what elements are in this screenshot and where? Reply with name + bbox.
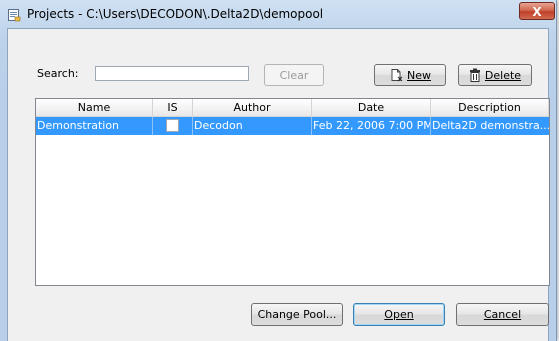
window-title: Projects - C:\Users\DECODON\.Delta2D\dem… — [27, 7, 324, 21]
new-button[interactable]: New — [374, 64, 446, 86]
change-pool-button-label: Change Pool... — [257, 308, 337, 321]
projects-table[interactable]: Name IS Author Date Description Demonstr… — [35, 98, 550, 286]
search-label: Search: — [37, 67, 79, 80]
title-bar[interactable]: Projects - C:\Users\DECODON\.Delta2D\dem… — [0, 0, 556, 28]
cell-author: Decodon — [193, 117, 312, 135]
projects-window-icon — [8, 9, 21, 22]
trash-icon — [469, 68, 480, 82]
delete-button[interactable]: Delete — [458, 64, 532, 86]
column-header-author[interactable]: Author — [193, 99, 312, 116]
column-header-name[interactable]: Name — [36, 99, 153, 116]
table-row[interactable]: Demonstration Decodon Feb 22, 2006 7:00 … — [36, 117, 549, 135]
is-checkbox[interactable] — [166, 119, 179, 132]
clear-button[interactable]: Clear — [264, 64, 324, 86]
new-document-icon — [391, 69, 403, 82]
column-header-description[interactable]: Description — [431, 99, 549, 116]
cancel-button[interactable]: Cancel — [456, 303, 549, 326]
cancel-button-label: Cancel — [483, 308, 522, 321]
column-header-date[interactable]: Date — [312, 99, 431, 116]
new-button-label: New — [407, 68, 431, 82]
cell-description: Delta2D demonstra... — [432, 119, 550, 132]
change-pool-button[interactable]: Change Pool... — [251, 303, 343, 326]
delete-button-label: Delete — [484, 68, 522, 82]
open-button-label: Open — [384, 308, 414, 321]
table-header: Name IS Author Date Description — [36, 99, 549, 117]
search-input[interactable] — [95, 66, 249, 81]
cell-date: Feb 22, 2006 7:00 PM — [312, 117, 431, 135]
projects-dialog: Projects - C:\Users\DECODON\.Delta2D\dem… — [0, 0, 557, 341]
cell-name: Demonstration — [36, 117, 153, 135]
clear-button-label: Clear — [279, 68, 309, 82]
column-header-is[interactable]: IS — [153, 99, 193, 116]
close-button[interactable]: X — [519, 2, 555, 20]
open-button[interactable]: Open — [353, 303, 445, 326]
